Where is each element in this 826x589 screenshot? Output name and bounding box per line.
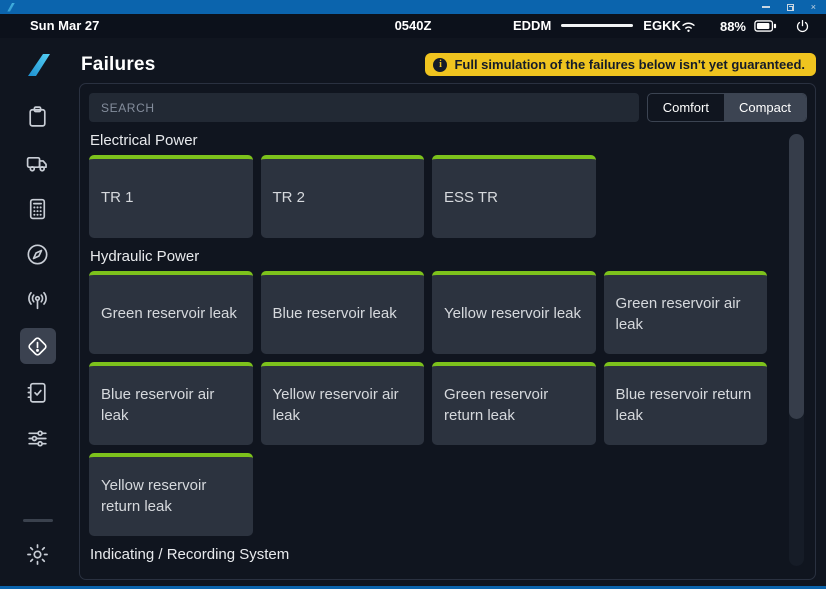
cards-grid: TR 1 TR 2 ESS TR — [89, 155, 767, 238]
close-icon: × — [811, 3, 816, 12]
section-title: Electrical Power — [90, 132, 767, 149]
banner-text: Full simulation of the failures below is… — [454, 57, 805, 72]
calculator-icon — [25, 196, 50, 221]
sidebar-divider — [23, 519, 53, 522]
broadcast-icon — [25, 288, 50, 313]
origin-airport: EDDM — [513, 18, 551, 33]
sidebar-item-presets[interactable] — [20, 420, 56, 456]
flight-progress-bar — [561, 24, 633, 27]
flight-progress: EDDM EGKK — [513, 18, 681, 33]
clipboard-icon — [25, 104, 50, 129]
power-icon[interactable] — [795, 19, 810, 34]
battery-percent: 88% — [720, 19, 746, 34]
failure-card[interactable]: Yellow reservoir return leak — [89, 453, 253, 536]
status-date: Sun Mar 27 — [30, 18, 99, 33]
os-titlebar: × — [0, 0, 826, 14]
warning-diamond-icon — [25, 334, 50, 359]
failure-card-label: Blue reservoir leak — [273, 304, 397, 324]
failure-card[interactable]: TR 2 — [261, 155, 425, 238]
scrollbar-track[interactable] — [789, 134, 804, 566]
page-title: Failures — [81, 54, 155, 76]
cards-grid: Green reservoir leak Blue reservoir leak Y… — [89, 271, 767, 536]
failure-card-label: Blue reservoir air leak — [101, 385, 241, 426]
scrollbar-thumb[interactable] — [789, 134, 804, 419]
maximize-button[interactable] — [787, 3, 794, 12]
sidebar-item-dashboard[interactable] — [20, 98, 56, 134]
flybywire-logo — [21, 48, 55, 82]
failure-card[interactable]: Green reservoir return leak — [432, 362, 596, 445]
section-title: Hydraulic Power — [90, 248, 767, 265]
failure-card-label: Green reservoir air leak — [616, 294, 756, 335]
sidebar-item-performance[interactable] — [20, 190, 56, 226]
close-button[interactable]: × — [811, 3, 816, 12]
failure-sections: Electrical Power TR 1 TR 2 ESS TR Hydraulic … — [89, 132, 807, 563]
failure-card-label: Yellow reservoir leak — [444, 304, 581, 324]
sidebar-nav — [0, 38, 75, 586]
view-option-compact[interactable]: Compact — [724, 94, 806, 121]
failure-card[interactable]: Yellow reservoir leak — [432, 271, 596, 354]
restore-icon — [787, 4, 794, 11]
app-window: × Sun Mar 27 0540Z EDDM EGKK 88% — [0, 0, 826, 589]
truck-icon — [25, 150, 50, 175]
sidebar-item-dispatch[interactable] — [20, 144, 56, 180]
sidebar-item-failures[interactable] — [20, 328, 56, 364]
sidebar-item-navigation[interactable] — [20, 236, 56, 272]
main-content: Failures i Full simulation of the failur… — [75, 38, 826, 586]
status-time-utc: 0540Z — [395, 18, 432, 33]
minimize-icon — [762, 6, 770, 8]
info-icon: i — [433, 58, 447, 72]
failure-card-label: ESS TR — [444, 188, 498, 208]
failure-card-label: TR 1 — [101, 188, 134, 208]
section-title: Indicating / Recording System — [90, 546, 767, 563]
failures-panel: ComfortCompact Electrical PowerTR 1TR 2E… — [79, 83, 816, 580]
sidebar-item-checklists[interactable] — [20, 374, 56, 410]
checklist-icon — [25, 380, 50, 405]
minimize-button[interactable] — [762, 3, 770, 12]
app-icon — [6, 3, 15, 12]
failure-card-label: Green reservoir leak — [101, 304, 237, 324]
sidebar-item-atc[interactable] — [20, 282, 56, 318]
failure-card[interactable]: Yellow reservoir air leak — [261, 362, 425, 445]
failure-card[interactable]: TR 1 — [89, 155, 253, 238]
view-toggle: ComfortCompact — [647, 93, 807, 122]
search-input[interactable] — [89, 93, 639, 122]
battery-icon — [754, 19, 777, 33]
destination-airport: EGKK — [643, 18, 681, 33]
failure-card[interactable]: ESS TR — [432, 155, 596, 238]
failure-card-label: Yellow reservoir air leak — [273, 385, 413, 426]
sidebar-item-settings[interactable] — [20, 536, 56, 572]
warning-banner: i Full simulation of the failures below … — [425, 53, 816, 76]
failure-card[interactable]: Blue reservoir air leak — [89, 362, 253, 445]
failure-card-label: TR 2 — [273, 188, 306, 208]
failure-card[interactable]: Green reservoir air leak — [604, 271, 768, 354]
efb-statusbar: Sun Mar 27 0540Z EDDM EGKK 88% — [0, 14, 826, 38]
failure-card-label: Yellow reservoir return leak — [101, 476, 241, 517]
failure-card[interactable]: Blue reservoir leak — [261, 271, 425, 354]
compass-icon — [25, 242, 50, 267]
failure-card[interactable]: Blue reservoir return leak — [604, 362, 768, 445]
gear-icon — [25, 542, 50, 567]
wifi-icon — [679, 18, 698, 34]
failure-card[interactable]: Green reservoir leak — [89, 271, 253, 354]
failure-card-label: Blue reservoir return leak — [616, 385, 756, 426]
sliders-icon — [25, 426, 50, 451]
view-option-comfort[interactable]: Comfort — [648, 94, 724, 121]
failure-card-label: Green reservoir return leak — [444, 385, 584, 426]
